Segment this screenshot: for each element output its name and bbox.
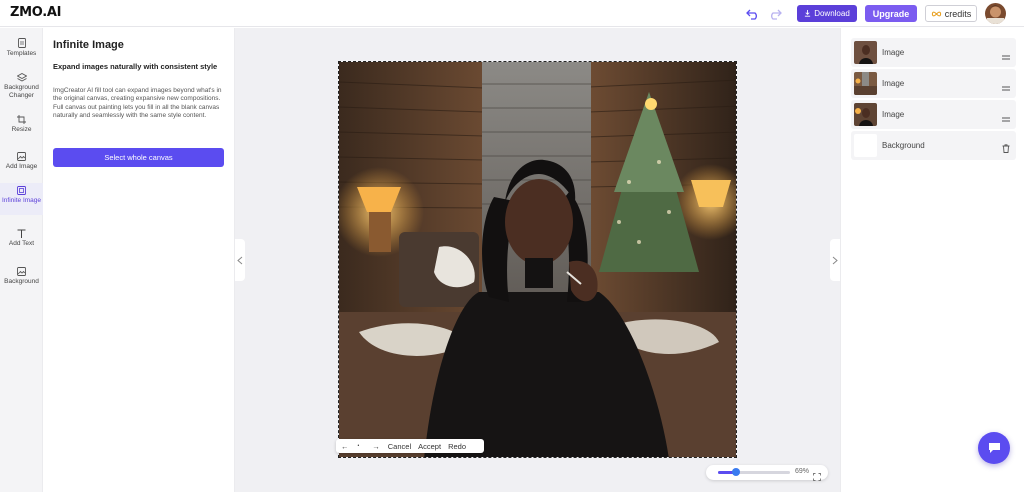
fit-screen-icon[interactable] — [813, 468, 821, 486]
layer-name: Background — [882, 141, 925, 150]
zoom-percent: 69% — [795, 468, 810, 475]
chat-support-button[interactable] — [978, 432, 1010, 464]
collapse-left-panel-button[interactable] — [235, 239, 245, 281]
infinity-icon — [931, 11, 941, 16]
tool-infinite-image[interactable]: Infinite Image — [0, 183, 43, 215]
panel-title: Infinite Image — [53, 39, 124, 51]
layer-item-background[interactable]: Background — [851, 131, 1016, 160]
top-header: ZMO.AI Download Upgrade credits — [0, 0, 1024, 27]
cancel-button[interactable]: Cancel — [388, 442, 411, 451]
layer-item[interactable]: Image — [851, 38, 1016, 67]
canvas-image[interactable] — [338, 61, 737, 458]
previous-button[interactable]: ← — [341, 442, 349, 451]
tool-add-image[interactable]: Add Image — [0, 152, 43, 174]
layer-thumbnail — [854, 41, 877, 64]
download-icon — [805, 10, 811, 17]
infinite-image-panel: Infinite Image Expand images naturally w… — [43, 28, 235, 492]
drag-handle-icon[interactable] — [1002, 78, 1010, 96]
canvas-action-bar: ← • → Cancel Accept Redo — [336, 439, 484, 453]
app-logo[interactable]: ZMO.AI — [10, 5, 61, 20]
drag-handle-icon[interactable] — [1002, 109, 1010, 127]
text-icon — [17, 229, 26, 238]
panel-subtitle: Expand images naturally with consistent … — [53, 62, 218, 71]
redo-icon[interactable] — [767, 6, 783, 22]
tool-background-changer[interactable]: Background Changer — [0, 73, 43, 105]
layers-panel: Image Image Image Background — [840, 28, 1024, 492]
drag-handle-icon[interactable] — [1002, 47, 1010, 65]
tool-rail: Templates Background Changer Resize Add … — [0, 28, 43, 492]
next-button[interactable]: → — [372, 442, 380, 451]
layer-name: Image — [882, 48, 905, 57]
tool-add-text[interactable]: Add Text — [0, 229, 43, 251]
tool-label: Background — [4, 278, 39, 285]
tool-label: Templates — [6, 50, 37, 57]
chat-icon — [988, 443, 1000, 453]
layer-item[interactable]: Image — [851, 69, 1016, 98]
layer-thumbnail — [854, 134, 877, 157]
zoom-slider[interactable] — [718, 468, 790, 476]
tool-label: Add Image — [5, 163, 38, 170]
tool-label: Infinite Image — [1, 197, 42, 204]
chevron-left-icon — [237, 256, 243, 264]
credits-label: credits — [944, 8, 972, 19]
tool-background[interactable]: Background — [0, 267, 43, 289]
select-whole-canvas-button[interactable]: Select whole canvas — [53, 148, 224, 167]
panel-description: ImgCreator AI fill tool can expand image… — [53, 87, 222, 120]
credits-button[interactable]: credits — [925, 5, 977, 22]
undo-icon[interactable] — [745, 6, 761, 22]
crop-icon — [17, 115, 26, 124]
redo-button[interactable]: Redo — [448, 442, 466, 451]
user-avatar[interactable] — [985, 3, 1006, 24]
zoom-control: 69% — [706, 465, 828, 481]
tool-templates[interactable]: Templates — [0, 38, 43, 60]
layers-icon — [16, 73, 27, 82]
upgrade-label: Upgrade — [872, 8, 910, 19]
tool-resize[interactable]: Resize — [0, 115, 43, 137]
image-icon — [17, 267, 26, 276]
tool-label: Background Changer — [4, 84, 39, 99]
download-label: Download — [814, 9, 850, 18]
zoom-slider-handle[interactable] — [731, 468, 740, 476]
layer-thumbnail — [854, 72, 877, 95]
templates-icon — [17, 38, 26, 48]
tool-label: Resize — [11, 126, 32, 133]
expand-icon — [17, 186, 26, 195]
accept-button[interactable]: Accept — [418, 442, 441, 451]
upgrade-button[interactable]: Upgrade — [865, 5, 917, 22]
image-icon — [17, 152, 26, 161]
layer-thumbnail — [854, 103, 877, 126]
collapse-right-panel-button[interactable] — [830, 239, 840, 281]
trash-icon[interactable] — [1002, 140, 1010, 158]
layer-item[interactable]: Image — [851, 100, 1016, 129]
current-step-indicator: • — [357, 443, 360, 449]
chevron-right-icon — [832, 256, 838, 264]
portrait-photo — [339, 62, 736, 457]
tool-label: Add Text — [8, 240, 35, 247]
layer-name: Image — [882, 110, 905, 119]
layer-name: Image — [882, 79, 905, 88]
download-button[interactable]: Download — [797, 5, 857, 22]
